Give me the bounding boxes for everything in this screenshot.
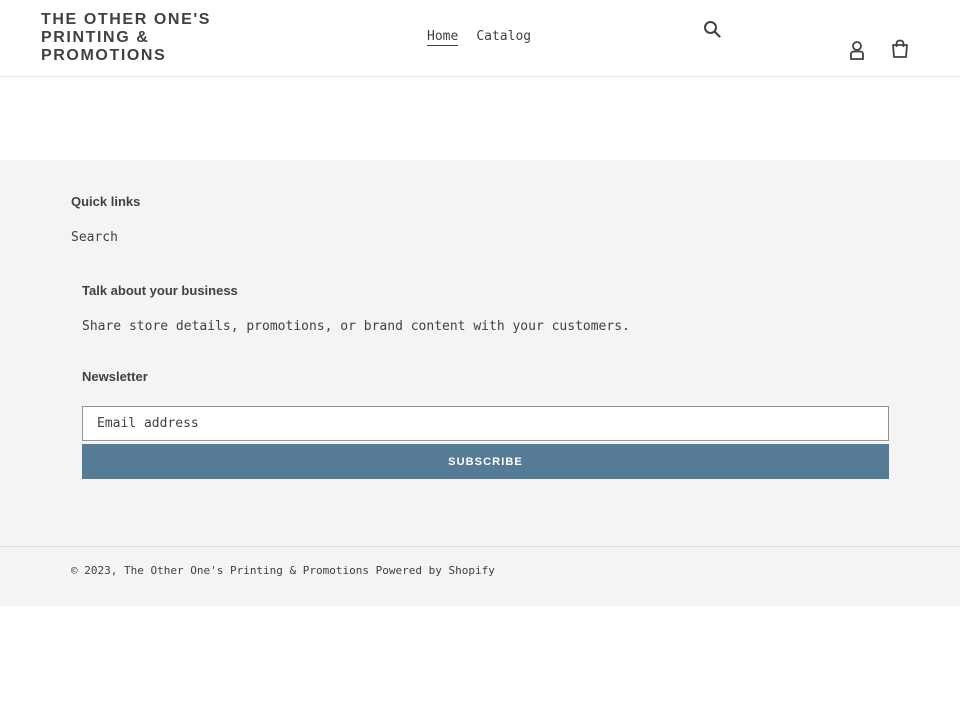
copyright: © 2023, The Other One's Printing & Promo… — [71, 564, 495, 577]
search-icon — [704, 21, 721, 38]
site-header: THE OTHER ONE'S PRINTING & PROMOTIONS Ho… — [0, 0, 960, 77]
business-text-block: Share store details, promotions, or bran… — [82, 317, 630, 335]
quick-links-section: Quick links — [71, 194, 140, 209]
newsletter-section: Newsletter — [82, 369, 148, 384]
quick-links-list: Search — [71, 228, 118, 246]
powered-by-link[interactable]: Powered by Shopify — [376, 564, 495, 577]
cart-icon — [892, 39, 908, 58]
quick-links-heading: Quick links — [71, 194, 141, 209]
store-logo[interactable]: THE OTHER ONE'S PRINTING & PROMOTIONS — [41, 11, 221, 65]
footer-search-link[interactable]: Search — [71, 230, 118, 245]
page-content — [0, 77, 960, 160]
main-nav: Home Catalog — [418, 28, 540, 46]
search-button[interactable] — [700, 17, 724, 41]
business-text: Share store details, promotions, or bran… — [82, 319, 630, 334]
nav-home-label: Home — [427, 29, 459, 46]
nav-home-link[interactable]: Home — [418, 28, 467, 46]
business-heading: Talk about your business — [82, 283, 238, 298]
site-footer: Quick links Search Talk about your busin… — [0, 160, 960, 606]
email-field[interactable] — [82, 406, 889, 441]
nav-catalog-link[interactable]: Catalog — [467, 28, 540, 46]
user-icon — [850, 41, 864, 60]
account-button[interactable] — [845, 38, 869, 62]
cart-button[interactable] — [888, 37, 912, 61]
copyright-prefix: © 2023, — [71, 564, 118, 577]
business-section: Talk about your business — [82, 283, 238, 298]
newsletter-heading: Newsletter — [82, 369, 148, 384]
copyright-store-link[interactable]: The Other One's Printing & Promotions — [124, 564, 369, 577]
footer-divider — [0, 546, 960, 547]
nav-catalog-label: Catalog — [476, 29, 532, 44]
subscribe-button[interactable]: SUBSCRIBE — [82, 444, 889, 479]
